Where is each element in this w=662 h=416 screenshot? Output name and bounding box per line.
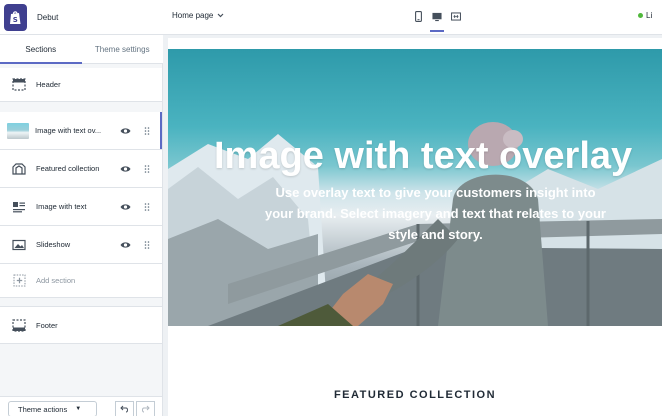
page-select[interactable]: Home page xyxy=(172,11,224,20)
live-dot-icon xyxy=(638,13,643,18)
theme-actions-label: Theme actions xyxy=(18,404,68,414)
desktop-view-icon[interactable] xyxy=(430,11,444,32)
tab-theme-settings[interactable]: Theme settings xyxy=(82,35,164,63)
device-switcher xyxy=(413,11,461,32)
chevron-down-icon: ▼ xyxy=(75,406,82,412)
preview-toolbar: Home page Li xyxy=(163,0,662,35)
section-footer[interactable]: Footer xyxy=(0,306,162,344)
sidebar-header: S Debut xyxy=(0,0,163,35)
chevron-down-icon xyxy=(217,13,224,18)
live-status: Li xyxy=(638,11,652,20)
sidebar-tabs: Sections Theme settings xyxy=(0,35,163,64)
mobile-view-icon[interactable] xyxy=(413,11,423,22)
undo-icon xyxy=(120,405,128,413)
section-image-with-text-overlay[interactable]: Image with text ov... xyxy=(0,112,162,150)
page-select-label: Home page xyxy=(172,11,214,20)
section-label: Footer xyxy=(36,320,58,330)
editor-sidebar: S Debut Sections Theme settings Header I… xyxy=(0,0,163,416)
storefront-preview: Image with text overlay Use overlay text… xyxy=(168,38,662,416)
drag-handle-icon[interactable] xyxy=(144,240,150,250)
collection-icon xyxy=(12,162,26,176)
sidebar-footer: Theme actions ▼ xyxy=(0,396,162,416)
slideshow-icon xyxy=(12,238,26,252)
fullscreen-view-icon[interactable] xyxy=(451,11,461,22)
eye-icon[interactable] xyxy=(120,126,132,136)
drag-handle-icon[interactable] xyxy=(144,202,150,212)
hero-text: Use overlay text to give your customers … xyxy=(265,185,606,242)
section-slideshow[interactable]: Slideshow xyxy=(0,226,162,264)
svg-text:S: S xyxy=(13,16,18,24)
store-name: Debut xyxy=(37,12,59,22)
hero-title: Image with text overlay xyxy=(214,135,633,177)
eye-icon[interactable] xyxy=(120,202,132,212)
image-thumbnail xyxy=(7,122,29,139)
image-with-text-overlay-section[interactable]: Image with text overlay Use overlay text… xyxy=(168,49,662,326)
theme-actions-button[interactable]: Theme actions ▼ xyxy=(8,401,97,416)
section-label: Add section xyxy=(36,276,76,285)
drag-handle-icon[interactable] xyxy=(144,126,150,136)
section-label: Featured collection xyxy=(36,164,100,173)
tab-sections[interactable]: Sections xyxy=(0,35,82,64)
section-label: Slideshow xyxy=(36,240,71,249)
eye-icon[interactable] xyxy=(120,164,132,174)
section-header[interactable]: Header xyxy=(0,68,162,102)
redo-icon xyxy=(142,405,150,413)
drag-handle-icon[interactable] xyxy=(144,164,150,174)
undo-button[interactable] xyxy=(115,401,134,416)
add-section-button[interactable]: Add section xyxy=(0,264,162,298)
redo-button[interactable] xyxy=(136,401,155,416)
add-section-icon xyxy=(12,274,26,288)
footer-icon xyxy=(12,318,26,332)
section-label: Header xyxy=(36,80,61,89)
section-image-with-text[interactable]: Image with text xyxy=(0,188,162,226)
shopify-logo-icon[interactable]: S xyxy=(4,3,27,31)
featured-collection-heading: FEATURED COLLECTION xyxy=(333,389,497,401)
image-text-icon xyxy=(12,200,26,214)
section-label: Image with text ov... xyxy=(35,126,102,135)
section-label: Image with text xyxy=(36,202,87,211)
section-featured-collection[interactable]: Featured collection xyxy=(0,150,162,188)
header-icon xyxy=(12,78,26,92)
eye-icon[interactable] xyxy=(120,240,132,250)
live-status-label: Li xyxy=(646,11,653,20)
